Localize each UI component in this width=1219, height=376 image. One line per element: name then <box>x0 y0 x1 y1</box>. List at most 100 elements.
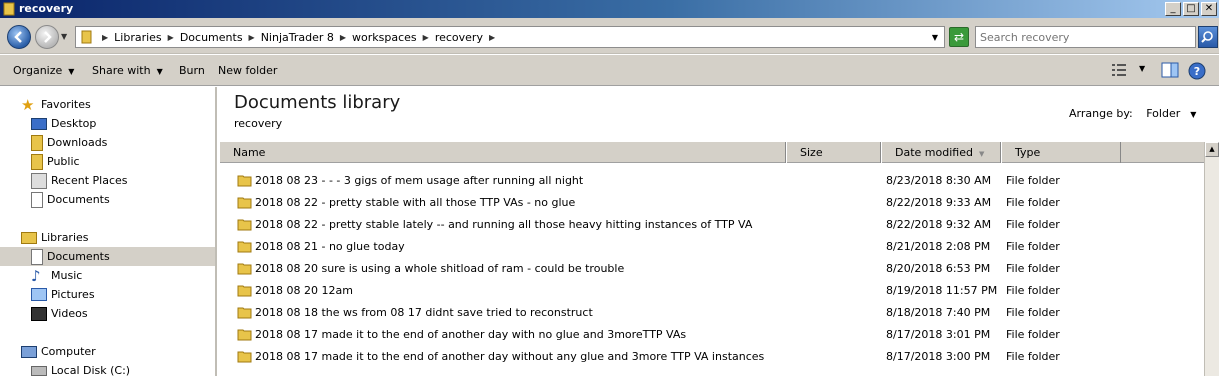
nav-pictures[interactable]: Pictures <box>31 285 95 304</box>
folder-icon <box>81 30 92 44</box>
file-name: 2018 08 22 - pretty stable with all thos… <box>255 196 576 209</box>
file-row[interactable]: 2018 08 21 - no glue today 8/21/2018 2:08… <box>219 236 1204 258</box>
file-type: File folder <box>1006 306 1060 319</box>
videos-icon <box>31 306 47 321</box>
search-button[interactable] <box>1198 26 1218 48</box>
document-icon <box>31 191 43 208</box>
file-type: File folder <box>1006 262 1060 275</box>
chevron-right-icon[interactable]: ▶ <box>249 33 255 42</box>
recent-pages-dropdown[interactable]: ▼ <box>61 32 67 41</box>
file-date-modified: 8/22/2018 9:32 AM <box>886 218 992 231</box>
column-type[interactable]: Type <box>1001 142 1121 163</box>
file-date-modified: 8/21/2018 2:08 PM <box>886 240 991 253</box>
new-folder-button[interactable]: New folder <box>218 64 277 77</box>
libraries-icon <box>21 231 37 244</box>
file-type: File folder <box>1006 196 1060 209</box>
refresh-button[interactable]: ⇄ <box>949 27 969 47</box>
file-row[interactable]: 2018 08 22 - pretty stable with all thos… <box>219 192 1204 214</box>
nav-music[interactable]: ♪ Music <box>31 266 82 285</box>
chevron-right-icon[interactable]: ▶ <box>340 33 346 42</box>
star-icon: ★ <box>21 95 35 114</box>
preview-pane-icon[interactable] <box>1161 62 1179 78</box>
column-date-label: Date modified <box>895 146 973 159</box>
close-button[interactable]: ✕ <box>1201 2 1217 16</box>
scroll-up-icon[interactable]: ▲ <box>1205 142 1219 157</box>
folder-icon <box>237 307 252 319</box>
library-subtitle: recovery <box>234 117 283 130</box>
nav-label: Favorites <box>41 98 91 111</box>
file-row[interactable]: 2018 08 23 - - - 3 gigs of mem usage aft… <box>219 170 1204 192</box>
folder-icon <box>237 241 252 253</box>
nav-label: Public <box>47 155 80 168</box>
folder-icon <box>237 175 252 187</box>
file-type: File folder <box>1006 328 1060 341</box>
nav-videos[interactable]: Videos <box>31 304 88 323</box>
share-with-menu[interactable]: Share with ▼ <box>92 64 163 77</box>
nav-local-disk[interactable]: Local Disk (C:) <box>31 361 130 376</box>
file-name: 2018 08 23 - - - 3 gigs of mem usage aft… <box>255 174 584 187</box>
breadcrumb-libraries[interactable]: Libraries <box>114 31 162 44</box>
organize-menu[interactable]: Organize ▼ <box>13 64 74 77</box>
address-row: ▼ ▶ Libraries ▶ Documents ▶ NinjaTrader … <box>0 18 1219 54</box>
file-row[interactable]: 2018 08 17 made it to the end of another… <box>219 346 1204 368</box>
svg-text:?: ? <box>1194 65 1200 78</box>
breadcrumb-workspaces[interactable]: workspaces <box>352 31 417 44</box>
search-box[interactable] <box>975 26 1196 48</box>
folder-icon <box>3 2 15 16</box>
file-type: File folder <box>1006 240 1060 253</box>
chevron-right-icon[interactable]: ▶ <box>102 33 108 42</box>
nav-documents-favorite[interactable]: Documents <box>31 190 110 209</box>
file-date-modified: 8/17/2018 3:01 PM <box>886 328 991 341</box>
nav-downloads[interactable]: Downloads <box>31 133 107 152</box>
file-date-modified: 8/19/2018 11:57 PM <box>886 284 998 297</box>
nav-desktop[interactable]: Desktop <box>31 114 96 133</box>
nav-libraries[interactable]: Libraries <box>21 228 89 247</box>
burn-button[interactable]: Burn <box>179 64 205 77</box>
nav-favorites[interactable]: ★ Favorites <box>21 95 91 114</box>
address-bar[interactable]: ▶ Libraries ▶ Documents ▶ NinjaTrader 8 … <box>75 26 945 48</box>
chevron-right-icon[interactable]: ▶ <box>489 33 495 42</box>
arrange-by-dropdown[interactable]: Folder ▼ <box>1146 107 1196 120</box>
nav-public[interactable]: Public <box>31 152 80 171</box>
nav-label: Computer <box>41 345 96 358</box>
chevron-right-icon[interactable]: ▶ <box>168 33 174 42</box>
nav-documents[interactable]: Documents <box>0 247 215 266</box>
view-options-icon[interactable] <box>1111 62 1127 78</box>
back-button[interactable] <box>7 25 31 49</box>
forward-button[interactable] <box>35 25 59 49</box>
column-date-modified[interactable]: Date modified ▼ <box>881 142 1001 163</box>
vertical-scrollbar[interactable]: ▲ <box>1204 142 1219 376</box>
file-name: 2018 08 22 - pretty stable lately -- and… <box>255 218 753 231</box>
file-type: File folder <box>1006 218 1060 231</box>
column-name[interactable]: Name <box>219 142 786 163</box>
address-dropdown[interactable]: ▼ <box>932 33 938 42</box>
chevron-down-icon: ▼ <box>1190 110 1197 119</box>
document-icon <box>31 248 43 265</box>
folder-icon <box>237 219 252 231</box>
chevron-right-icon[interactable]: ▶ <box>423 33 429 42</box>
nav-recent-places[interactable]: Recent Places <box>31 171 128 190</box>
file-date-modified: 8/17/2018 3:00 PM <box>886 350 991 363</box>
nav-computer[interactable]: Computer <box>21 342 96 361</box>
file-name: 2018 08 21 - no glue today <box>255 240 405 253</box>
desktop-icon <box>31 117 47 130</box>
breadcrumb-documents[interactable]: Documents <box>180 31 243 44</box>
help-icon[interactable]: ? <box>1188 62 1206 80</box>
column-size[interactable]: Size <box>786 142 881 163</box>
computer-icon <box>21 345 37 358</box>
nav-label: Music <box>51 269 83 282</box>
file-row[interactable]: 2018 08 20 12am 8/19/2018 11:57 PM File fo… <box>219 280 1204 302</box>
file-row[interactable]: 2018 08 20 sure is using a whole shitloa… <box>219 258 1204 280</box>
column-header: Name Size Date modified ▼ Type <box>219 142 1204 163</box>
chevron-down-icon[interactable]: ▼ <box>1139 64 1145 73</box>
nav-label: Documents <box>47 193 110 206</box>
breadcrumb-recovery[interactable]: recovery <box>435 31 483 44</box>
file-name: 2018 08 17 made it to the end of another… <box>255 350 765 363</box>
search-input[interactable] <box>980 28 1195 46</box>
file-row[interactable]: 2018 08 17 made it to the end of another… <box>219 324 1204 346</box>
breadcrumb-ninjatrader[interactable]: NinjaTrader 8 <box>261 31 334 44</box>
maximize-button[interactable]: □ <box>1183 2 1199 16</box>
file-row[interactable]: 2018 08 22 - pretty stable lately -- and… <box>219 214 1204 236</box>
minimize-button[interactable]: _ <box>1165 2 1181 16</box>
file-row[interactable]: 2018 08 18 the ws from 08 17 didnt save … <box>219 302 1204 324</box>
